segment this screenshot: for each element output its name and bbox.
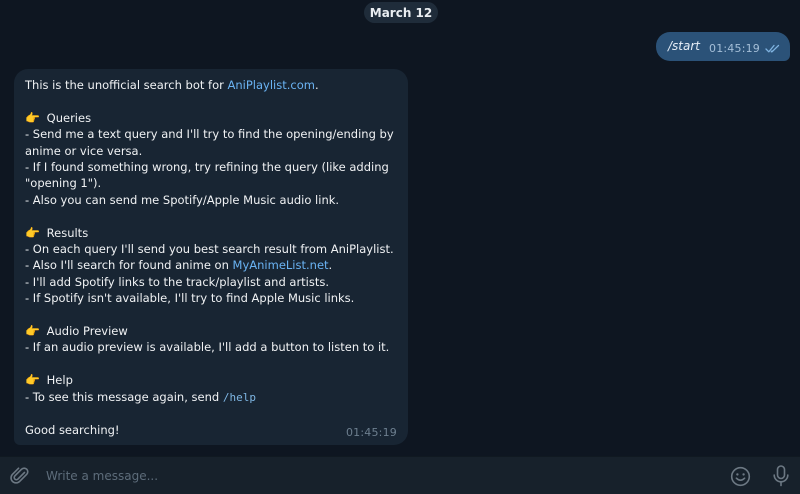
message-line: - Also you can send me Spotify/Apple Mus…	[25, 192, 340, 207]
message-line: - I'll add Spotify links to the track/pl…	[25, 274, 330, 289]
paperclip-icon[interactable]	[10, 466, 30, 486]
message-composer	[0, 456, 800, 494]
text: Results	[46, 225, 89, 240]
text: - To see this message again, send	[25, 389, 223, 404]
pointing-hand-icon: 👉	[25, 225, 40, 240]
text: - Also I'll search for found anime on	[25, 258, 233, 273]
message-line: - If Spotify isn't available, I'll try t…	[25, 291, 355, 306]
outgoing-message-time: 01:45:19	[709, 42, 761, 55]
text: .	[314, 78, 319, 92]
text: This is the unofficial search bot for	[25, 78, 228, 92]
chat-window: March 12 /start 01:45:19 This is the uno…	[0, 0, 800, 494]
outgoing-message[interactable]: /start 01:45:19	[656, 32, 790, 61]
smiley-icon[interactable]	[730, 466, 751, 487]
pointing-hand-icon: 👉	[25, 110, 40, 125]
pointing-hand-icon: 👉	[25, 324, 40, 339]
section-audio-preview-title: 👉 Audio Preview	[25, 323, 396, 339]
aniplaylist-link[interactable]: AniPlaylist.com	[228, 78, 315, 92]
text: .	[328, 258, 333, 273]
message-input[interactable]	[46, 465, 706, 487]
incoming-message[interactable]: This is the unofficial search bot for An…	[14, 69, 408, 445]
myanimelist-link[interactable]: MyAnimeList.net	[233, 258, 329, 272]
text: Audio Preview	[46, 324, 128, 339]
section-results-title: 👉 Results	[25, 225, 396, 241]
message-line: - If I found something wrong, try refini…	[25, 160, 389, 175]
text: Help	[46, 373, 73, 388]
text: Queries	[46, 110, 92, 125]
message-line: This is the unofficial search bot for An…	[25, 77, 396, 93]
message-line: anime or vice versa.	[25, 143, 143, 158]
incoming-message-time: 01:45:19	[345, 426, 397, 439]
closing-line: Good searching!	[25, 423, 120, 438]
microphone-icon[interactable]	[772, 465, 790, 487]
double-check-icon	[765, 44, 780, 53]
section-help-title: 👉 Help	[25, 372, 396, 388]
date-separator: March 12	[364, 2, 438, 23]
message-line: - Also I'll search for found anime on My…	[25, 257, 396, 273]
help-command[interactable]: /help	[223, 391, 256, 404]
message-line: - Send me a text query and I'll try to f…	[25, 127, 394, 142]
section-queries-title: 👉 Queries	[25, 110, 396, 126]
outgoing-message-text: /start	[668, 39, 700, 53]
pointing-hand-icon: 👉	[25, 373, 40, 388]
message-line: "opening 1").	[25, 176, 102, 191]
message-line: - On each query I'll send you best searc…	[25, 242, 394, 257]
message-line: - To see this message again, send /help	[25, 389, 396, 406]
message-line: - If an audio preview is available, I'll…	[25, 340, 390, 355]
